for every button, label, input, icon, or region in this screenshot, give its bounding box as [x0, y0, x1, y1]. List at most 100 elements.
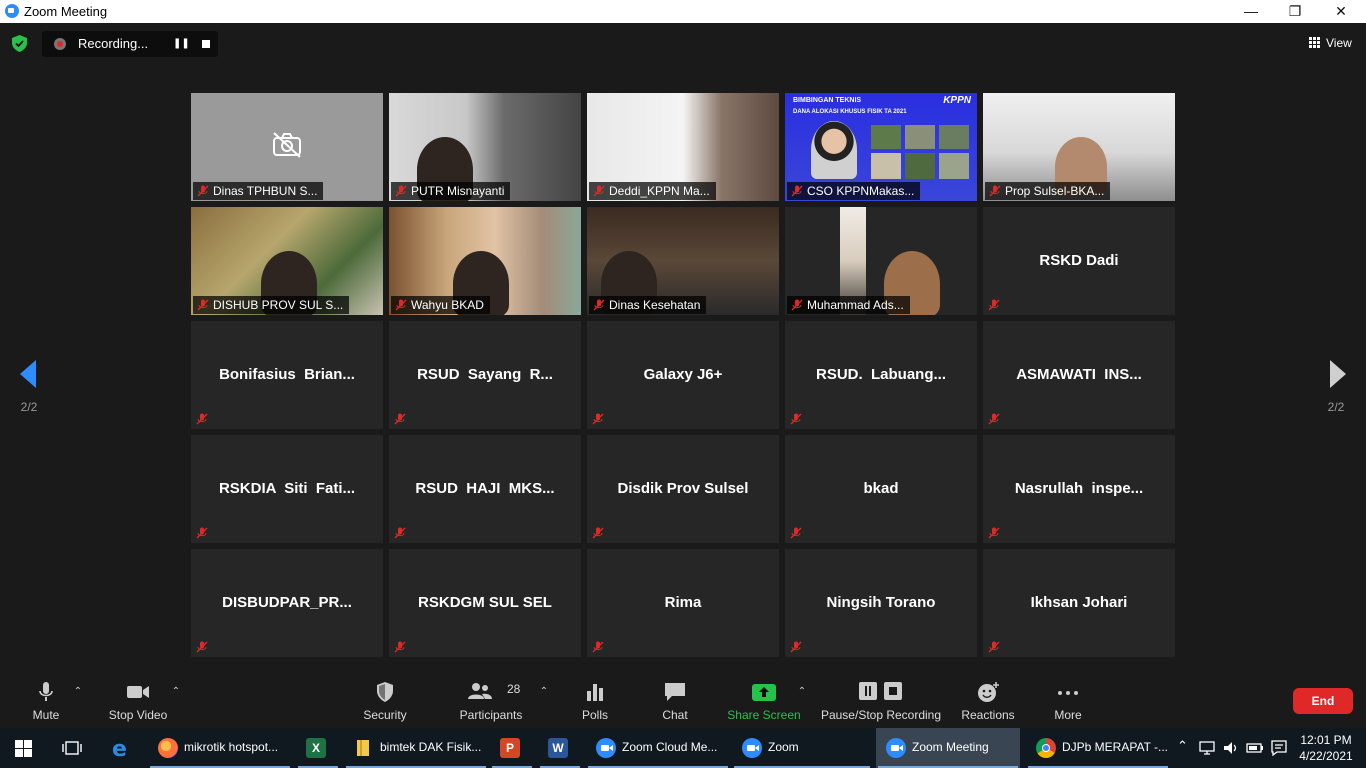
- participant-tile[interactable]: Ningsih Torano: [785, 549, 977, 657]
- close-window-button[interactable]: ✕: [1318, 0, 1364, 23]
- microphone-icon: [39, 682, 53, 701]
- security-button[interactable]: Security: [357, 673, 413, 728]
- participant-name: CSO KPPNMakas...: [807, 184, 915, 198]
- end-meeting-button[interactable]: End: [1293, 688, 1353, 714]
- view-button[interactable]: View: [1300, 31, 1360, 55]
- task-view-icon[interactable]: [62, 740, 82, 756]
- participant-name-tag: Deddi_KPPN Ma...: [589, 182, 716, 200]
- muted-microphone-icon: [394, 641, 406, 653]
- next-page-arrow-icon[interactable]: [1322, 356, 1352, 392]
- participant-tile[interactable]: DISHUB PROV SUL S...: [191, 207, 383, 315]
- taskbar-item[interactable]: DJPb MERAPAT -...: [1026, 728, 1170, 768]
- polls-button[interactable]: Polls: [572, 673, 618, 728]
- taskbar-item-label: mikrotik hotspot...: [184, 740, 279, 754]
- minimize-button[interactable]: —: [1228, 0, 1274, 23]
- slide-photo: [871, 153, 901, 179]
- participant-tile[interactable]: Muhammad Ads...: [785, 207, 977, 315]
- participant-name: RSKDGM SUL SEL: [418, 594, 552, 611]
- stop-video-button[interactable]: Stop Video: [103, 673, 173, 728]
- participants-options-caret-icon[interactable]: ⌃: [539, 686, 549, 697]
- participant-tile[interactable]: Dinas Kesehatan: [587, 207, 779, 315]
- powerpoint-icon: P: [500, 738, 520, 758]
- participant-tile[interactable]: RSUD. Labuang...: [785, 321, 977, 429]
- participant-tile[interactable]: bkad: [785, 435, 977, 543]
- participant-tile[interactable]: ASMAWATI INS...: [983, 321, 1175, 429]
- recording-label: Recording...: [78, 36, 149, 51]
- muted-microphone-icon: [197, 299, 209, 311]
- battery-icon[interactable]: [1246, 740, 1264, 756]
- more-button[interactable]: More: [1046, 673, 1090, 728]
- maximize-button[interactable]: ❐: [1272, 0, 1318, 23]
- participant-tile[interactable]: Bonifasius Brian...: [191, 321, 383, 429]
- taskbar-item-label: Zoom Cloud Me...: [622, 740, 718, 754]
- more-dots-icon: [1058, 691, 1078, 695]
- zoom-app-icon: [5, 4, 19, 18]
- clock-time: 12:01 PM: [1300, 733, 1352, 747]
- muted-microphone-icon: [394, 413, 406, 425]
- muted-microphone-icon: [196, 527, 208, 539]
- muted-microphone-icon: [593, 185, 605, 197]
- reactions-button[interactable]: Reactions: [958, 673, 1018, 728]
- taskbar-item[interactable]: P: [490, 728, 534, 768]
- mute-button[interactable]: Mute: [20, 673, 72, 728]
- participant-tile[interactable]: Disdik Prov Sulsel: [587, 435, 779, 543]
- participant-tile[interactable]: PUTR Misnayanti: [389, 93, 581, 201]
- taskbar-item[interactable]: bimtek DAK Fisik...: [344, 728, 488, 768]
- muted-microphone-icon: [592, 413, 604, 425]
- participant-name-tag: Dinas Kesehatan: [589, 296, 707, 314]
- taskbar-item[interactable]: Zoom Cloud Me...: [586, 728, 730, 768]
- show-hidden-icons-icon[interactable]: ⌃: [1177, 738, 1188, 754]
- participant-tile[interactable]: RSUD HAJI MKS...: [389, 435, 581, 543]
- participant-name-tag: Prop Sulsel-BKA...: [985, 182, 1111, 200]
- share-screen-button[interactable]: Share Screen: [727, 673, 801, 728]
- chat-button[interactable]: Chat: [652, 673, 698, 728]
- participant-tile[interactable]: RSUD Sayang R...: [389, 321, 581, 429]
- muted-microphone-icon: [395, 299, 407, 311]
- stop-recording-button[interactable]: [199, 37, 213, 51]
- taskbar-item[interactable]: X: [296, 728, 340, 768]
- participant-name: DISBUDPAR_PR...: [222, 594, 352, 611]
- share-options-caret-icon[interactable]: ⌃: [797, 686, 807, 697]
- previous-page-arrow-icon[interactable]: [14, 356, 44, 392]
- taskbar-item[interactable]: mikrotik hotspot...: [148, 728, 292, 768]
- pause-recording-button[interactable]: ❚❚: [173, 37, 190, 51]
- slide-title: BIMBINGAN TEKNIS: [793, 97, 862, 104]
- participant-tile[interactable]: Dinas TPHBUN S...: [191, 93, 383, 201]
- participant-tile[interactable]: Rima: [587, 549, 779, 657]
- participant-tile[interactable]: RSKD Dadi: [983, 207, 1175, 315]
- system-clock[interactable]: 12:01 PM 4/22/2021: [1296, 732, 1356, 764]
- edge-browser-icon[interactable]: e: [110, 737, 132, 759]
- window-titlebar: Zoom Meeting — ❐ ✕: [0, 0, 1366, 23]
- chat-label: Chat: [662, 708, 688, 722]
- participant-tile[interactable]: Nasrullah inspe...: [983, 435, 1175, 543]
- windows-start-icon[interactable]: [15, 740, 32, 757]
- participant-tile[interactable]: Ikhsan Johari: [983, 549, 1175, 657]
- slide-photo: [939, 125, 969, 149]
- encryption-shield-icon[interactable]: [12, 35, 27, 52]
- video-options-caret-icon[interactable]: ⌃: [171, 686, 181, 697]
- taskbar-item[interactable]: Zoom: [732, 728, 872, 768]
- participant-name: RSUD. Labuang...: [815, 366, 946, 383]
- taskbar-item[interactable]: Zoom Meeting: [876, 728, 1020, 768]
- participant-tile[interactable]: Galaxy J6+: [587, 321, 779, 429]
- share-screen-label: Share Screen: [727, 708, 801, 722]
- participant-tile[interactable]: DISBUDPAR_PR...: [191, 549, 383, 657]
- participant-tile[interactable]: RSKDGM SUL SEL: [389, 549, 581, 657]
- participant-tile[interactable]: Wahyu BKAD: [389, 207, 581, 315]
- taskbar-item-label: DJPb MERAPAT -...: [1062, 740, 1169, 754]
- network-icon[interactable]: [1198, 740, 1216, 756]
- participant-tile[interactable]: Deddi_KPPN Ma...: [587, 93, 779, 201]
- participant-name: Dinas TPHBUN S...: [213, 184, 318, 198]
- participant-tile[interactable]: RSKDIA Siti Fati...: [191, 435, 383, 543]
- participants-button[interactable]: 28 Participants: [455, 673, 527, 728]
- action-center-icon[interactable]: [1270, 739, 1288, 757]
- participant-tile[interactable]: Prop Sulsel-BKA...: [983, 93, 1175, 201]
- audio-options-caret-icon[interactable]: ⌃: [73, 686, 83, 697]
- pause-stop-recording-button[interactable]: Pause/Stop Recording: [820, 673, 942, 728]
- participant-tile[interactable]: BIMBINGAN TEKNIS DANA ALOKASI KHUSUS FISI…: [785, 93, 977, 201]
- participant-name: PUTR Misnayanti: [411, 184, 505, 198]
- taskbar-item[interactable]: W: [538, 728, 582, 768]
- volume-icon[interactable]: [1222, 740, 1240, 756]
- participant-name: Bonifasius Brian...: [219, 366, 355, 383]
- slide-photo: [905, 153, 935, 179]
